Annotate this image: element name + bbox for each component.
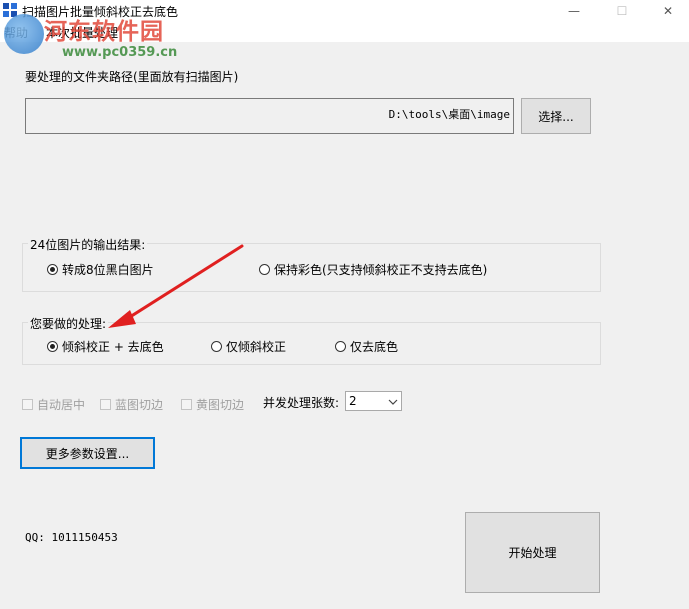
folder-path-value: D:\tools\桌面\image bbox=[388, 108, 510, 121]
checkbox-box bbox=[181, 399, 192, 410]
radio-label: 保持彩色(只支持倾斜校正不支持去底色) bbox=[274, 263, 488, 277]
radio-indicator bbox=[47, 264, 58, 275]
select-folder-button[interactable]: 选择... bbox=[521, 98, 591, 134]
radio-deskew-only[interactable]: 仅倾斜校正 bbox=[211, 338, 286, 355]
radio-indicator bbox=[47, 341, 58, 352]
folder-path-field[interactable]: D:\tools\桌面\image bbox=[25, 98, 514, 134]
radio-label: 仅去底色 bbox=[350, 340, 399, 354]
radio-deskew-and-remove-bg[interactable]: 倾斜校正 + 去底色 bbox=[47, 338, 164, 355]
maximize-button[interactable]: ☐ bbox=[599, 0, 645, 22]
watermark-logo-icon bbox=[4, 14, 44, 54]
radio-keep-color[interactable]: 保持彩色(只支持倾斜校正不支持去底色) bbox=[259, 261, 487, 278]
radio-indicator bbox=[259, 264, 270, 275]
concurrency-label: 并发处理张数: bbox=[263, 396, 340, 410]
more-settings-button[interactable]: 更多参数设置... bbox=[20, 437, 155, 469]
red-arrow-annotation-icon bbox=[108, 244, 244, 328]
watermark-url: www.pc0359.cn bbox=[62, 45, 178, 60]
checkbox-auto-center[interactable]: 自动居中 bbox=[22, 396, 85, 413]
qq-contact: QQ: 1011150453 bbox=[25, 531, 118, 544]
checkbox-label: 黄图切边 bbox=[196, 398, 245, 412]
watermark-title: 河东软件园 bbox=[44, 18, 164, 45]
radio-indicator bbox=[211, 341, 222, 352]
checkbox-yellow-trim[interactable]: 黄图切边 bbox=[181, 396, 244, 413]
process-group-title: 您要做的处理: bbox=[28, 315, 109, 332]
concurrency-select[interactable]: 2 bbox=[345, 391, 402, 411]
radio-indicator bbox=[335, 341, 346, 352]
minimize-button[interactable]: — bbox=[551, 0, 597, 22]
radio-label: 倾斜校正 + 去底色 bbox=[62, 340, 164, 354]
checkbox-label: 蓝图切边 bbox=[115, 398, 164, 412]
checkbox-box bbox=[22, 399, 33, 410]
checkbox-blue-trim[interactable]: 蓝图切边 bbox=[100, 396, 163, 413]
chevron-down-icon bbox=[388, 394, 398, 408]
radio-label: 仅倾斜校正 bbox=[226, 340, 287, 354]
checkbox-box bbox=[100, 399, 111, 410]
concurrency-value: 2 bbox=[349, 394, 357, 408]
checkbox-label: 自动居中 bbox=[37, 398, 86, 412]
folder-label: 要处理的文件夹路径(里面放有扫描图片) bbox=[25, 70, 239, 84]
close-button[interactable]: ✕ bbox=[645, 0, 689, 22]
radio-remove-bg-only[interactable]: 仅去底色 bbox=[335, 338, 398, 355]
start-processing-button[interactable]: 开始处理 bbox=[465, 512, 600, 593]
